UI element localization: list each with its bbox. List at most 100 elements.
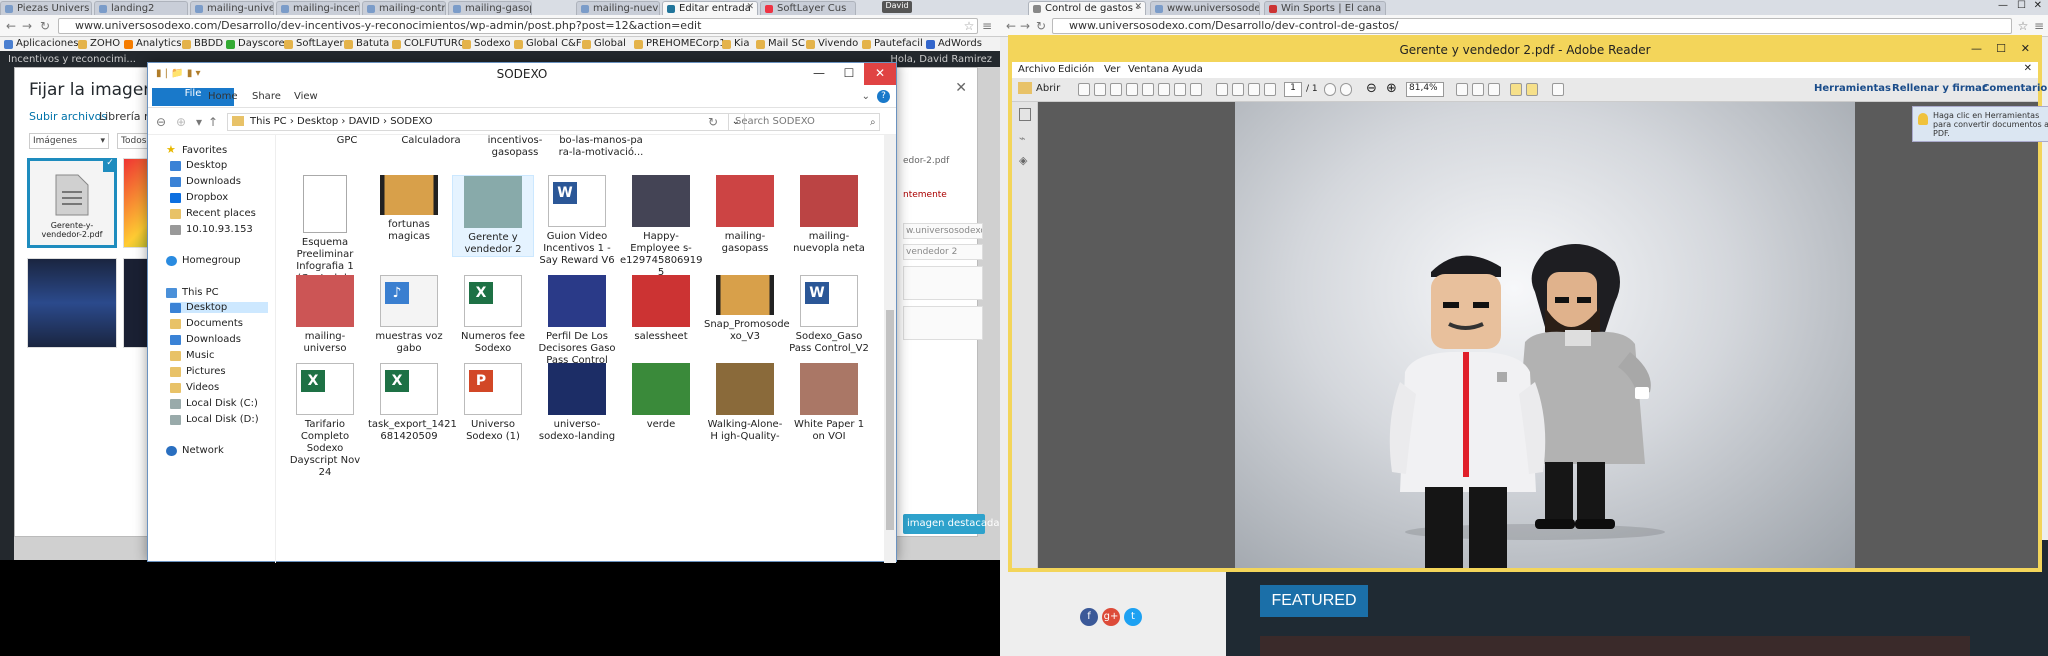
bookmark-item[interactable]: Vivendo: [806, 38, 858, 49]
create-pdf-icon[interactable]: [1078, 83, 1090, 96]
file-item[interactable]: W Sodexo_Gaso Pass Control_V2: [788, 275, 870, 355]
fit-width-icon[interactable]: [1456, 83, 1468, 96]
check-icon[interactable]: ✓: [103, 158, 117, 172]
file-item[interactable]: Gerente y vendedor 2: [452, 175, 534, 257]
menu-edicion[interactable]: Edición: [1058, 64, 1094, 75]
refresh-icon[interactable]: ↻: [706, 115, 720, 129]
pages-icon[interactable]: [1019, 108, 1031, 121]
title-field[interactable]: vendedor 2: [903, 244, 983, 260]
nav-pc-desktop[interactable]: Desktop: [170, 302, 268, 313]
minimize-icon[interactable]: —: [1971, 42, 1982, 55]
bookmark-item[interactable]: Kia: [722, 38, 749, 49]
bookmark-item[interactable]: Mail SC: [756, 38, 805, 49]
tab-upload[interactable]: Subir archivos: [29, 110, 107, 123]
file-item[interactable]: ♪ muestras voz gabo: [368, 275, 450, 355]
address-box[interactable]: This PC › Desktop › DAVID › SODEXO ⌄: [227, 113, 745, 131]
star-icon[interactable]: ☆: [962, 19, 976, 33]
file-item[interactable]: X Numeros fee Sodexo: [452, 275, 534, 355]
open-folder-icon[interactable]: [1018, 82, 1032, 94]
set-featured-image-button[interactable]: imagen destacada: [903, 514, 1000, 534]
close-icon[interactable]: ✕: [2021, 42, 2030, 55]
tab-piezas[interactable]: Piezas Univers: [0, 1, 92, 15]
tools-button[interactable]: Herramientas: [1814, 83, 1891, 94]
edit-icon[interactable]: [1110, 83, 1122, 96]
nav-fav-desktop[interactable]: Desktop: [170, 160, 227, 171]
nav-fav-network-share[interactable]: 10.10.93.153: [170, 224, 253, 235]
tab-mailing-incentivos[interactable]: mailing-incen: [276, 1, 360, 15]
file-item[interactable]: universo-sodexo-landing: [536, 363, 618, 443]
bookmark-item[interactable]: ZOHO: [78, 38, 120, 49]
first-page-icon[interactable]: [1264, 83, 1276, 96]
menu-archivo[interactable]: Archivo: [1018, 64, 1055, 75]
fit-page-icon[interactable]: [1472, 83, 1484, 96]
select-icon[interactable]: [1216, 83, 1228, 96]
reload-icon[interactable]: ↻: [38, 19, 52, 33]
forward-icon[interactable]: →: [1018, 19, 1032, 33]
bookmark-item[interactable]: Batuta: [344, 38, 389, 49]
page-down-icon[interactable]: [1248, 83, 1260, 96]
breadcrumb-item[interactable]: SODEXO: [390, 116, 432, 127]
chevron-down-icon[interactable]: ▾: [192, 115, 206, 129]
close-icon[interactable]: ✕: [955, 80, 967, 96]
fill-sign-button[interactable]: Rellenar y firmar: [1892, 83, 1987, 94]
reload-icon[interactable]: ↻: [1034, 19, 1048, 33]
back-icon[interactable]: ←: [4, 19, 18, 33]
google-plus-icon[interactable]: g+: [1102, 608, 1120, 626]
minimize-icon[interactable]: —: [1998, 0, 2008, 11]
bookmark-item[interactable]: Sodexo: [462, 38, 511, 49]
email-icon[interactable]: [1190, 83, 1202, 96]
file-item[interactable]: Snap_Promosode xo_V3: [704, 275, 790, 343]
bookmark-item[interactable]: Dayscore: [226, 38, 285, 49]
attachment-icon[interactable]: ⌁: [1019, 132, 1026, 145]
close-icon[interactable]: ✕: [746, 2, 754, 12]
zoom-in-icon[interactable]: ⊕: [1386, 81, 1397, 96]
nav-pc-music[interactable]: Music: [170, 350, 214, 361]
close-icon[interactable]: ✕: [1134, 2, 1142, 12]
tab-view[interactable]: View: [284, 88, 328, 106]
read-mode-icon[interactable]: [1488, 83, 1500, 96]
close-icon[interactable]: ✕: [2034, 0, 2042, 11]
nav-thispc[interactable]: This PC: [166, 287, 219, 298]
menu-ayuda[interactable]: Ayuda: [1172, 64, 1203, 75]
file-item[interactable]: mailing-universo: [284, 275, 366, 355]
file-item[interactable]: GPC: [306, 135, 388, 147]
file-item[interactable]: fortunas magicas: [368, 175, 450, 243]
star-icon[interactable]: ☆: [2016, 19, 2030, 33]
facebook-icon[interactable]: f: [1080, 608, 1098, 626]
page-number-input[interactable]: 1: [1284, 82, 1302, 97]
cloud-icon[interactable]: [1142, 83, 1154, 96]
bookmark-item[interactable]: BBDD: [182, 38, 223, 49]
menu-ver[interactable]: Ver: [1104, 64, 1120, 75]
menu-ventana[interactable]: Ventana: [1128, 64, 1169, 75]
file-item[interactable]: P Universo Sodexo (1): [452, 363, 534, 443]
nav-homegroup[interactable]: Homegroup: [166, 255, 241, 266]
tab-softlayer[interactable]: SoftLayer Cus: [760, 1, 856, 15]
file-item[interactable]: mailing-gasopass: [704, 175, 786, 255]
file-item[interactable]: Xtask_export_1421 681420509: [368, 363, 457, 443]
bookmark-item[interactable]: Global: [582, 38, 626, 49]
close-icon[interactable]: ✕: [2024, 63, 2032, 74]
menu-icon[interactable]: ≡: [980, 19, 994, 33]
layers-icon[interactable]: ◈: [1019, 154, 1027, 167]
bookmark-item[interactable]: SoftLayer: [284, 38, 344, 49]
url-field[interactable]: w.universosodexo: [903, 223, 983, 239]
site-name[interactable]: Incentivos y reconocimi...: [8, 54, 136, 65]
chevron-down-icon[interactable]: ⌄: [862, 91, 870, 102]
tab-mailing-control[interactable]: mailing-contr: [362, 1, 446, 15]
comment-icon[interactable]: [1510, 83, 1522, 96]
search-input[interactable]: Search SODEXO: [728, 113, 880, 131]
user-greeting[interactable]: Hola, David Ramirez: [890, 54, 992, 65]
next-icon[interactable]: [1340, 83, 1352, 96]
nav-network[interactable]: Network: [166, 445, 224, 456]
comment-button[interactable]: Comentario: [1982, 83, 2047, 94]
tab-mailing-nuevo[interactable]: mailing-nuev: [576, 1, 660, 15]
nav-pc-disk-c[interactable]: Local Disk (C:): [170, 398, 258, 409]
file-item[interactable]: verde: [620, 363, 702, 431]
file-item[interactable]: cio-que-lleva-ca bo-las-manos-pa ra-la-m…: [558, 135, 644, 159]
bookmark-item[interactable]: AdWords: [926, 38, 982, 49]
nav-pc-documents[interactable]: Documents: [170, 318, 243, 329]
menu-icon[interactable]: ≡: [2032, 19, 2046, 33]
maximize-icon[interactable]: ☐: [2017, 0, 2026, 11]
bookmark-item[interactable]: PREHOMECorp1: [634, 38, 726, 49]
page-up-icon[interactable]: [1232, 83, 1244, 96]
